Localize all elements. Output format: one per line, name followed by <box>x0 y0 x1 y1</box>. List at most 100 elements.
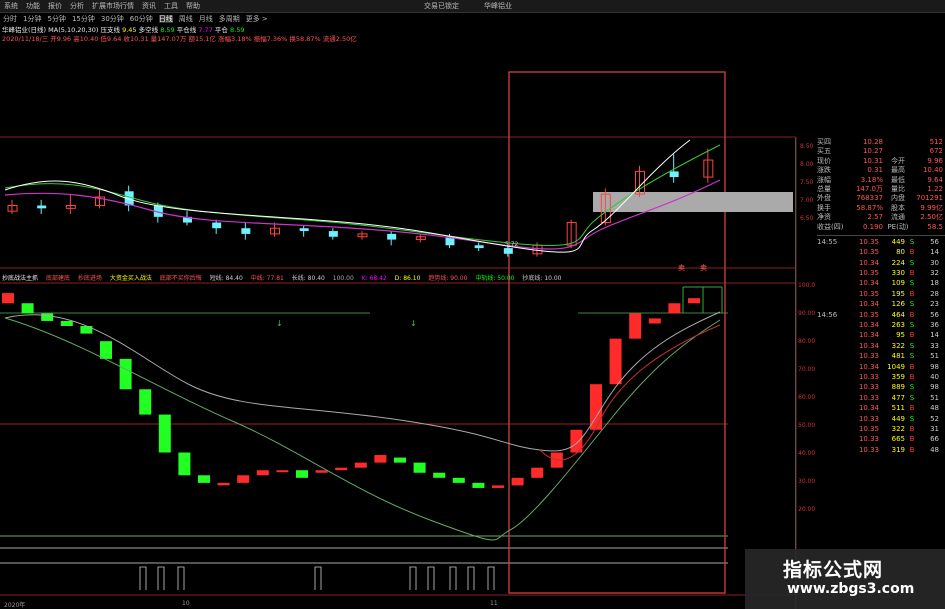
indicator-item-1: 底部建底 <box>45 275 70 282</box>
tick-cell <box>817 435 845 445</box>
indicator-item-12: 中轨线: 50.00 <box>475 275 515 282</box>
tick-cell: 10.33 <box>858 435 879 444</box>
upper-candle-body <box>299 228 309 232</box>
tick-cell: 126 <box>891 300 905 309</box>
indicator-item-3: 大资金买入战法 <box>109 275 152 282</box>
lower-candle <box>374 455 387 463</box>
quote-cell: 58.5 <box>927 222 943 231</box>
upper-candle-body <box>241 228 251 234</box>
quote-row: 总量 147.0万 量比 1.22 <box>817 185 945 194</box>
signal-marker-1: 卖 <box>678 264 685 272</box>
tick-cell: 10.34 <box>858 321 879 330</box>
quote-cell: 流通 <box>891 213 905 222</box>
quote-cell: 9.64 <box>927 175 943 184</box>
upper-candle-body <box>212 222 222 229</box>
indicator-item-5: 短线: 84.40 <box>209 275 243 282</box>
tick-cell <box>817 415 845 425</box>
pulse-mark <box>157 566 165 590</box>
tick-cell: S <box>909 393 915 402</box>
lower-candle <box>511 477 524 486</box>
tick-cell: 51 <box>930 393 939 402</box>
lower-axis-tick: 90.00 <box>798 310 816 317</box>
quote-cell: 1.22 <box>927 184 943 193</box>
chart-canvas[interactable]: ↓ ↓ <box>0 0 945 609</box>
lower-axis-tick: 80.00 <box>798 338 816 345</box>
lower-candles <box>2 293 700 488</box>
tick-row: 14:56 10.35 464 B 56 <box>817 311 945 321</box>
x-label-2: 10 <box>182 600 190 607</box>
panel-separator <box>795 138 796 609</box>
quote-cell: 总量 <box>817 184 831 193</box>
lower-candle <box>60 320 73 327</box>
tick-cell: 10.33 <box>858 445 879 454</box>
lower-candle <box>21 303 34 314</box>
lower-axis-tick: 100.0 <box>798 282 816 289</box>
tick-cell: 98 <box>930 362 939 371</box>
lower-candle <box>629 313 642 339</box>
quote-cell: 最低 <box>891 175 905 184</box>
quote-row: 收益(四) 0.190 PE(动) 58.5 <box>817 223 945 232</box>
tick-cell: 10.33 <box>858 393 879 402</box>
tick-cell: S <box>909 341 915 350</box>
tick-row: 10.33 481 S 51 <box>817 352 945 362</box>
quote-cell: 涨幅 <box>817 175 831 184</box>
tick-row: 10.34 95 B 14 <box>817 331 945 341</box>
pulse-mark <box>314 566 322 590</box>
tick-cell: 10.35 <box>858 289 879 298</box>
quote-cell: 10.31 <box>862 156 883 165</box>
lower-candle <box>158 414 171 453</box>
lower-candle <box>472 482 485 488</box>
tick-cell: 80 <box>896 248 905 257</box>
lower-candle <box>2 293 14 304</box>
tick-row: 10.34 263 S 36 <box>817 321 945 331</box>
price-tag: 5.72 <box>505 241 519 248</box>
lower-candle <box>41 313 54 321</box>
quote-row: 现价 10.31 今开 9.96 <box>817 157 945 166</box>
pulse-mark <box>177 566 185 590</box>
tick-cell <box>817 279 845 289</box>
pulse-mark <box>449 566 457 590</box>
tick-cell: B <box>909 248 915 257</box>
indicator-bar: 抄底战法主抓 底部建底 抄底进场 大资金买入战法 底部不买你后悔 短线: 84.… <box>2 273 568 282</box>
tick-row: 10.33 359 B 40 <box>817 373 945 383</box>
tick-cell: B <box>909 289 915 298</box>
tick-cell: 464 <box>891 310 905 319</box>
watermark: 指标公式网 www.zbgs3.com <box>745 549 945 609</box>
tick-cell: B <box>909 372 915 381</box>
quote-cell: 768337 <box>856 194 883 203</box>
tick-cell: S <box>909 279 915 288</box>
tick-cell: 56 <box>930 310 939 319</box>
lower-candle <box>492 485 504 488</box>
lower-candle <box>217 482 230 486</box>
indicator-name[interactable]: 抄底战法主抓 <box>2 275 38 282</box>
tick-cell: 40 <box>930 372 939 381</box>
arrow-down-1: ↓ <box>276 319 283 328</box>
tick-row: 14:55 10.35 449 S 56 <box>817 238 945 248</box>
tick-cell: 32 <box>930 269 939 278</box>
tick-cell: B <box>909 269 915 278</box>
quote-cell: 现价 <box>817 156 831 165</box>
tick-cell: 263 <box>891 321 905 330</box>
quote-cell: 701291 <box>916 194 943 203</box>
tick-cell: 477 <box>891 393 905 402</box>
tick-cell <box>817 425 845 435</box>
lower-candle <box>413 462 426 473</box>
tick-row: 10.34 109 S 18 <box>817 279 945 289</box>
tick-cell: 30 <box>930 258 939 267</box>
quote-cell: 58.87% <box>856 203 883 212</box>
lower-candle <box>354 462 367 468</box>
tick-row: 10.33 449 S 52 <box>817 415 945 425</box>
tick-cell: S <box>909 300 915 309</box>
tick-cell: 449 <box>891 237 905 246</box>
indicator-item-9: K: 68.42 <box>361 275 387 282</box>
quote-cell: 9.96 <box>927 156 943 165</box>
pulse-mark <box>427 566 435 590</box>
tick-cell <box>817 300 845 310</box>
tick-row: 10.34 322 S 33 <box>817 342 945 352</box>
lower-candle <box>648 318 661 324</box>
quote-cell: 10.40 <box>922 166 943 175</box>
watermark-title: 指标公式网 <box>783 559 884 581</box>
tick-cell: 98 <box>930 383 939 392</box>
arrow-down-2: ↓ <box>410 319 417 328</box>
tick-cell: S <box>909 383 915 392</box>
